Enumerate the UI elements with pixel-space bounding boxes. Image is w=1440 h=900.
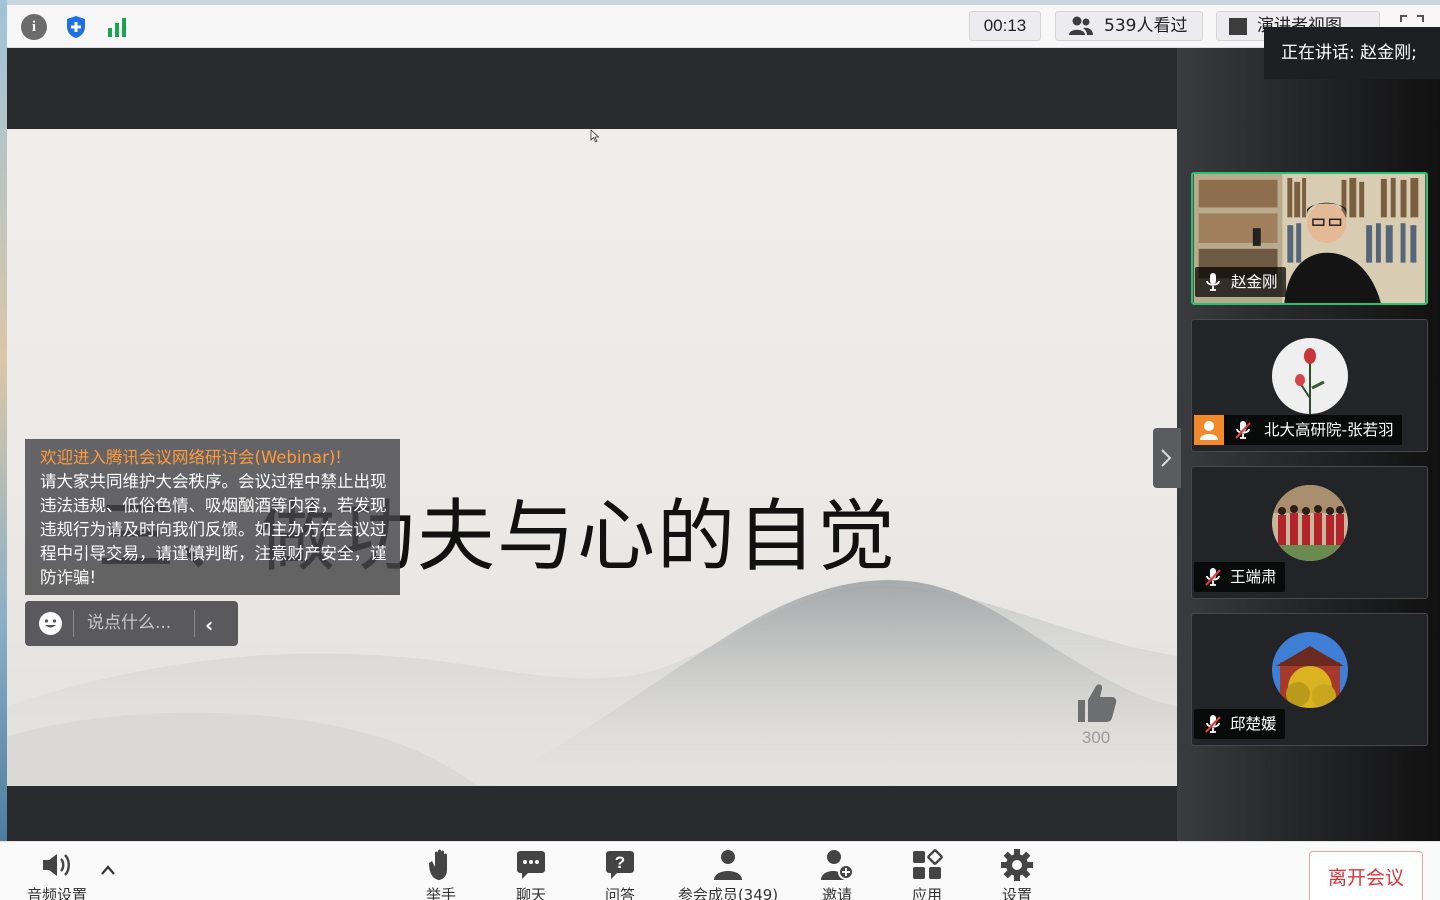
side-panel-toggle[interactable] (1153, 428, 1181, 488)
participant-tile[interactable]: 北大高研院-张若羽 (1191, 319, 1428, 452)
raise-hand-button[interactable]: 举手 (418, 848, 464, 900)
signal-icon[interactable] (105, 14, 131, 40)
divider (73, 610, 74, 637)
invite-button[interactable]: 邀请 (814, 848, 860, 900)
speaker-icon (43, 854, 70, 876)
participant-name: 北大高研院-张若羽 (1264, 421, 1394, 439)
notice-body: 请大家共同维护大会秩序。会议过程中禁止出现违法违规、低俗色情、吸烟酗酒等内容，若… (40, 472, 387, 587)
viewer-count[interactable]: 539人看过 (1055, 11, 1203, 41)
audio-settings-label: 音频设置 (26, 886, 87, 900)
like-count: 300 (1081, 728, 1111, 747)
leave-meeting-button[interactable]: 离开会议 (1309, 851, 1423, 900)
gear-icon (1001, 849, 1033, 881)
chevron-left-icon[interactable]: ‹ (205, 613, 213, 637)
chat-bubble-icon (517, 851, 545, 879)
avatar (1272, 338, 1348, 414)
viewer-count-label: 539人看过 (1104, 16, 1188, 36)
settings-button[interactable]: 设置 (994, 848, 1040, 900)
layout-icon (1229, 18, 1247, 35)
audio-settings-button[interactable]: 音频设置 (24, 848, 90, 900)
participant-name-tag: 邱楚媛 (1194, 709, 1285, 739)
settings-label: 设置 (1001, 886, 1032, 900)
qa-button[interactable]: ? 问答 (597, 848, 643, 900)
people-icon (1069, 16, 1093, 35)
question-icon: ? (606, 851, 634, 879)
qa-label: 问答 (604, 886, 635, 900)
chat-button[interactable]: 聊天 (508, 848, 554, 900)
participant-tile[interactable]: 邱楚媛 (1191, 613, 1428, 746)
hand-icon (429, 849, 447, 880)
desktop-background (0, 0, 7, 900)
participant-tile[interactable]: 赵金刚 (1191, 172, 1428, 305)
participant-name-tag: 赵金刚 (1195, 267, 1286, 297)
participant-name-tag: 北大高研院-张若羽 (1194, 415, 1402, 445)
user-icon (1194, 415, 1224, 445)
info-icon[interactable]: i (21, 14, 47, 40)
chat-input-bar[interactable]: 说点什么... ‹ (25, 601, 238, 646)
emoji-icon[interactable] (38, 611, 63, 636)
shield-icon[interactable] (63, 14, 89, 40)
participant-name-tag: 王端肃 (1194, 562, 1285, 592)
notice-title: 欢迎进入腾讯会议网络研讨会(Webinar)! (40, 448, 342, 467)
avatar (1272, 485, 1348, 561)
avatar (1272, 632, 1348, 708)
thumbs-up-icon (1078, 684, 1117, 722)
chevron-up-icon[interactable] (100, 864, 116, 876)
participants-button[interactable]: 参会成员(349) (672, 848, 784, 900)
participant-name: 王端肃 (1230, 568, 1277, 586)
participant-name: 赵金刚 (1231, 273, 1278, 291)
microphone-muted-icon (1205, 715, 1221, 733)
apps-grid-icon (913, 849, 943, 879)
svg-text:?: ? (615, 853, 625, 872)
like-widget[interactable]: 300 (1073, 682, 1119, 748)
apps-button[interactable]: 应用 (904, 848, 950, 900)
chevron-right-icon (1161, 449, 1172, 467)
mouse-cursor-icon (590, 129, 600, 143)
add-user-icon (821, 850, 854, 880)
invite-label: 邀请 (821, 886, 852, 900)
raise-hand-label: 举手 (425, 886, 456, 900)
microphone-muted-icon (1205, 568, 1221, 586)
members-icon (714, 850, 742, 880)
webinar-notice: 欢迎进入腾讯会议网络研讨会(Webinar)! 请大家共同维护大会秩序。会议过程… (25, 439, 400, 595)
apps-label: 应用 (911, 886, 942, 900)
participant-video-panel: 赵金刚 北大高研院-张若羽 王端肃 邱楚媛 (1177, 48, 1440, 841)
meeting-timer: 00:13 (969, 11, 1041, 41)
chat-input[interactable]: 说点什么... (87, 601, 197, 646)
chat-label: 聊天 (515, 886, 546, 900)
divider (194, 610, 195, 637)
speaking-indicator: 正在讲话: 赵金刚; (1264, 27, 1440, 79)
participant-tile[interactable]: 王端肃 (1191, 466, 1428, 599)
microphone-muted-icon (1235, 421, 1251, 439)
bottom-toolbar: 音频设置 举手 聊天 ? 问答 参会成员(349) 邀请 应用 设置 离开会议 (0, 841, 1440, 900)
top-toolbar: i 00:13 539人看过 演讲者视图 ▼ (7, 5, 1440, 48)
participant-name: 邱楚媛 (1230, 715, 1277, 733)
participants-label: 参会成员(349) (677, 886, 779, 900)
microphone-icon (1206, 273, 1220, 291)
shared-screen-stage: 三、做功夫与心的自觉 300 欢迎进入腾讯会议网络研讨会(Webinar)! 请… (7, 48, 1177, 841)
